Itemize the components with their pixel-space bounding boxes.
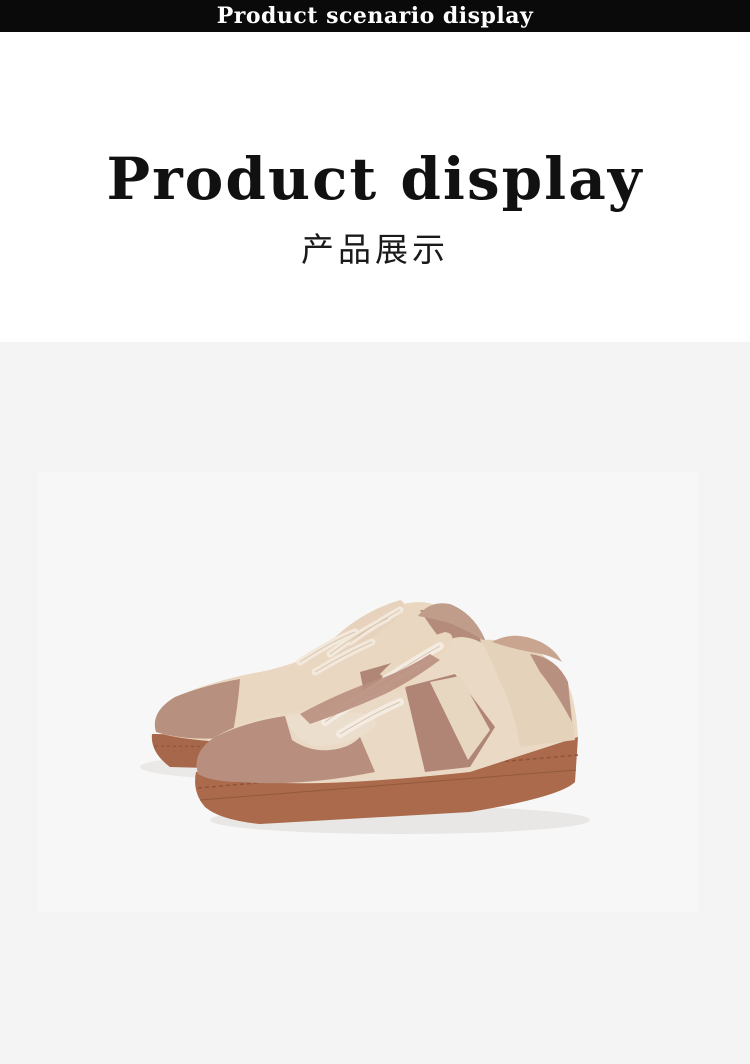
heading-block: Product display 产品展示: [0, 32, 750, 342]
page-title: Product display: [106, 145, 644, 213]
page-subtitle: 产品展示: [301, 230, 449, 269]
product-scene: [0, 342, 750, 1064]
banner-title: Product scenario display: [216, 3, 534, 29]
sneakers-pair-image: [140, 600, 590, 834]
top-banner: Product scenario display: [0, 0, 750, 32]
